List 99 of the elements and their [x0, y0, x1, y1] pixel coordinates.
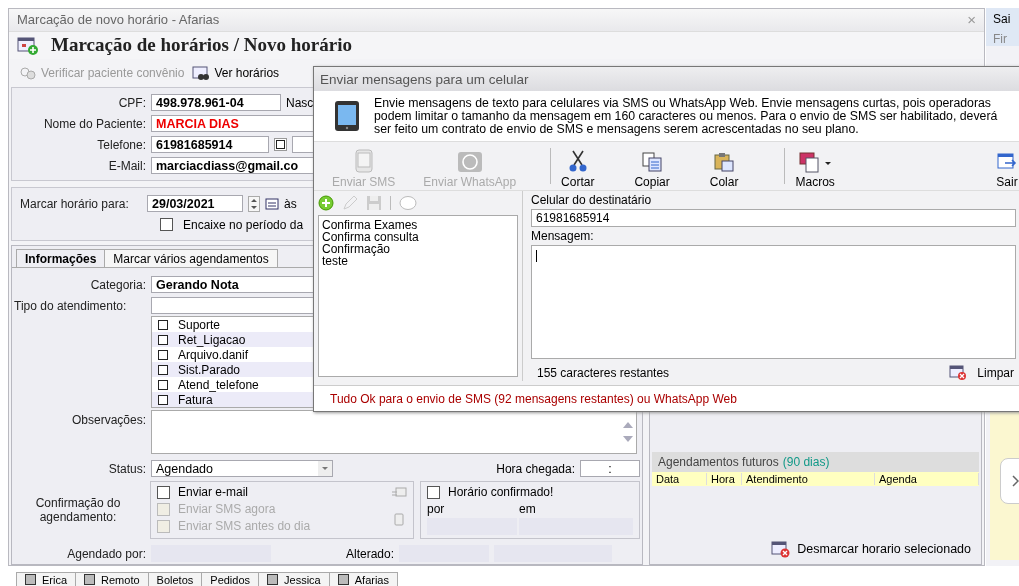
- bottom-tab[interactable]: Afarias: [328, 572, 398, 586]
- status-message: Tudo Ok para o envio de SMS (92 mensagens restantes) ou WhatsApp Web: [314, 385, 1019, 411]
- field-label: Tipo do atendimento:: [13, 298, 128, 313]
- field-label: Alterado:: [346, 546, 395, 561]
- field-label: Marcar horário para:: [19, 196, 130, 211]
- clipboard-icon: [713, 151, 736, 173]
- caret-icon[interactable]: [318, 461, 332, 476]
- tab[interactable]: Sai: [993, 12, 1019, 26]
- calendar-icon[interactable]: [265, 196, 279, 211]
- side-label: Fir: [993, 32, 1008, 46]
- dialog-title: Enviar mensagens para um celular: [314, 67, 1019, 91]
- field-label: Telefone:: [96, 137, 146, 152]
- scissors-icon: [567, 149, 588, 173]
- scroll-up-icon[interactable]: [623, 422, 633, 428]
- checkbox-label: Enviar SMS antes do dia: [178, 519, 311, 533]
- calendar-remove-icon: [949, 365, 968, 381]
- checkbox[interactable]: [158, 334, 168, 345]
- section-title: Agendamentos futuros: [658, 455, 779, 469]
- chevron-icon: [1012, 475, 1019, 487]
- clear-button[interactable]: Limpar: [947, 365, 1016, 381]
- checkbox[interactable]: [158, 319, 168, 330]
- checkbox[interactable]: [157, 485, 170, 499]
- phone-option-button[interactable]: [274, 138, 287, 151]
- cpf-field[interactable]: 498.978.961-04: [151, 94, 281, 111]
- checkbox[interactable]: [158, 379, 168, 390]
- phone-icon: [394, 513, 404, 526]
- checkbox-label: Enviar SMS agora: [178, 502, 276, 516]
- toolbar-button[interactable]: Macros: [793, 143, 837, 189]
- column-header: Agenda: [875, 473, 979, 485]
- field-label: E-Mail:: [107, 158, 146, 173]
- page-title: Marcação de horários / Novo horário: [51, 34, 352, 57]
- template-item[interactable]: teste: [322, 255, 514, 267]
- field-label: Confirmação do agendamento:: [34, 496, 122, 524]
- field-label: Celular do destinatário: [531, 193, 653, 207]
- spinner-icon[interactable]: [248, 195, 260, 212]
- bottom-tab[interactable]: Remoto: [75, 572, 149, 586]
- field-label: por: [427, 502, 446, 516]
- toolbar-button[interactable]: Sair: [994, 143, 1019, 189]
- unschedule-button[interactable]: Desmarcar horario selecionado: [763, 536, 979, 562]
- macros-icon: [798, 151, 833, 173]
- add-icon[interactable]: [318, 195, 334, 211]
- field-label: Nome do Paciente:: [42, 116, 146, 131]
- date-field[interactable]: 29/03/2021: [147, 195, 243, 212]
- field-label: Nasc: [286, 95, 314, 110]
- calendar-binoculars-icon: [192, 65, 211, 81]
- check-badge-icon: [19, 66, 37, 80]
- field-label: Observações:: [70, 412, 146, 427]
- tab[interactable]: Marcar vários agendamentos: [104, 249, 278, 267]
- type-option[interactable]: Arquivo.danif: [152, 347, 452, 362]
- remaining-count: 155 caracteres restantes: [537, 366, 670, 380]
- template-item[interactable]: Confirmação: [322, 243, 514, 255]
- scroll-down-icon[interactable]: [623, 436, 633, 442]
- window-title: Marcação de novo horário - Afarias: [17, 12, 220, 28]
- toolbar-button[interactable]: Copiar: [632, 143, 672, 189]
- copy-icon: [641, 151, 664, 173]
- info-text: Envie mensagens de texto para celulares via SMS ou WhatsApp Web. Envie mensagens curtas, pois operadoras podem limitar o tamanho da mensagem em 160 caracteres ou menos. Para o envio de SMS ser habilitado, deverá ser feito um contrato de envio de SMS e mensagens serem acrescentadas no seu plano.: [374, 96, 999, 136]
- field-label: Hora chegada:: [496, 461, 575, 476]
- toolbar-button[interactable]: Ver horários: [192, 65, 280, 81]
- checkbox[interactable]: [158, 394, 168, 405]
- type-option[interactable]: Suporte: [152, 317, 452, 332]
- checkbox-label: Encaixe no período da: [183, 217, 304, 232]
- checkbox[interactable]: [158, 349, 168, 360]
- recipient-field[interactable]: 61981685914: [531, 209, 1016, 227]
- arrival-time-field[interactable]: :: [580, 460, 640, 477]
- phone-field[interactable]: 61981685914: [151, 136, 269, 153]
- field-label: Agendado por:: [66, 546, 146, 561]
- field-label: às: [284, 196, 297, 211]
- checkbox-label: Horário confirmado!: [448, 485, 554, 499]
- checkbox[interactable]: [427, 485, 440, 499]
- bottom-tab[interactable]: Boletos: [147, 572, 203, 586]
- status-dropdown[interactable]: Agendado: [151, 460, 333, 477]
- calendar-add-icon: [17, 35, 39, 56]
- checkbox-label: Enviar e-mail: [178, 485, 249, 499]
- notes-field[interactable]: [151, 410, 637, 454]
- bottom-tab[interactable]: Pedidos: [201, 572, 260, 586]
- field-label: CPF:: [117, 95, 146, 110]
- period-label: (90 dias): [782, 455, 830, 469]
- field-label: Mensagem:: [531, 228, 595, 243]
- field-label: em: [519, 502, 537, 516]
- column-header: Data: [652, 473, 707, 485]
- template-item[interactable]: Confirma Exames: [322, 219, 514, 231]
- checkbox[interactable]: [160, 218, 173, 231]
- toolbar-button[interactable]: Colar: [707, 143, 741, 189]
- phone-icon: [353, 149, 374, 173]
- field-label: Categoria:: [89, 277, 146, 292]
- toolbar-button[interactable]: Cortar: [559, 143, 597, 189]
- checkbox[interactable]: [158, 364, 168, 375]
- template-item[interactable]: Confirma consulta: [322, 231, 514, 243]
- calendar-remove-icon: [771, 540, 792, 558]
- column-header: Hora: [707, 473, 742, 485]
- message-field[interactable]: [531, 244, 1016, 359]
- column-header: Atendimento: [742, 473, 875, 485]
- chat-icon: [456, 151, 483, 173]
- tablet-icon: [334, 100, 360, 132]
- bottom-tab[interactable]: Erica: [16, 572, 77, 586]
- field-label: Status:: [107, 461, 146, 476]
- email-send-icon: [391, 487, 407, 499]
- bottom-tab[interactable]: Jessica: [258, 572, 330, 586]
- tab[interactable]: Informações: [16, 249, 106, 267]
